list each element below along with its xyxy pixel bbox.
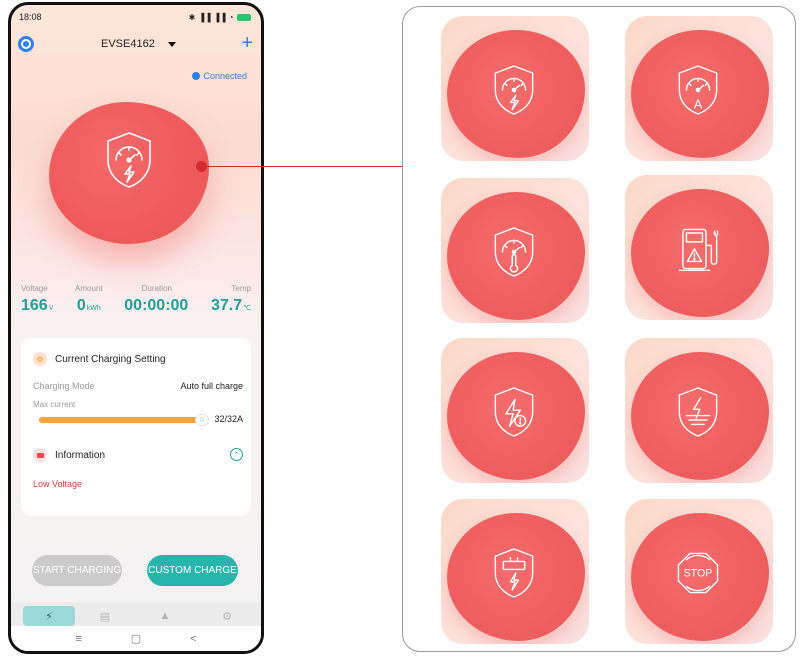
menu-icon[interactable]: ≡ [75, 633, 81, 645]
metric-amount: Amount 0kWh [75, 284, 103, 315]
status-icon-panel: A STOP [402, 6, 796, 652]
connection-status: Connected [192, 71, 247, 81]
screen: 18:08 ✱ ▐▐ ▐▐ ◔ EVSE4162 + Connected Vol… [0, 0, 803, 657]
status-icon-tile [625, 338, 773, 483]
slider-fill [39, 417, 202, 423]
phone-screen: 18:08 ✱ ▐▐ ▐▐ ◔ EVSE4162 + Connected Vol… [8, 2, 264, 654]
tab-records[interactable]: ▤ [79, 606, 131, 626]
metric-voltage: Voltage 166V [21, 284, 53, 315]
callout-line [205, 166, 402, 167]
system-nav-bar: ≡ ▢ < [11, 626, 261, 651]
setting-title: Current Charging Setting [55, 353, 166, 365]
status-icon-tile [441, 16, 589, 161]
status-icon-tile: A [625, 16, 773, 161]
status-icon-tile [441, 338, 589, 483]
information-header: Information [33, 448, 105, 462]
battery-shield-icon [494, 548, 534, 598]
charging-shield-icon [107, 132, 151, 188]
information-message: Low Voltage [33, 479, 83, 489]
tab-charging[interactable]: ⚡ [23, 606, 75, 626]
metric-value: 00:00:00 [124, 297, 189, 314]
charging-mode-row[interactable]: Charging Mode Auto full charge [33, 381, 243, 391]
device-name[interactable]: EVSE4162 [101, 38, 155, 50]
bell-icon: ▲ [159, 610, 171, 622]
charging-mode-value: Auto full charge [180, 381, 243, 391]
metric-value: 37.7℃ [210, 297, 251, 314]
status-bar: 18:08 ✱ ▐▐ ▐▐ ◔ [19, 11, 251, 23]
charging-setting-card: ⚙ Current Charging Setting Charging Mode… [21, 338, 251, 516]
charging-mode-label: Charging Mode [33, 381, 95, 391]
charging-shield-icon [494, 65, 534, 115]
temperature-shield-icon [494, 227, 534, 277]
start-charging-button[interactable]: START CHARGING [32, 555, 122, 586]
metric-value: 166V [21, 297, 54, 314]
ampere-glyph: A [694, 98, 703, 112]
settings-icon: ⚙ [33, 352, 47, 366]
connection-label: Connected [203, 71, 247, 81]
avatar-icon[interactable] [18, 36, 34, 52]
chevron-up-icon[interactable]: ⌃ [230, 448, 243, 461]
stop-sign-icon: STOP [677, 552, 719, 594]
settings-icon: ⚙ [222, 610, 232, 623]
add-device-button[interactable]: + [241, 33, 253, 53]
status-time: 18:08 [19, 12, 42, 22]
lightning-icon: ⚡ [45, 610, 53, 623]
metrics-row: Voltage 166V Amount 0kWh Duration 00:00:… [21, 284, 251, 315]
metric-label: Voltage [21, 284, 48, 293]
setting-header: ⚙ Current Charging Setting [33, 352, 166, 366]
metric-temp: Temp 37.7℃ [211, 284, 251, 315]
metric-value: 0kWh [76, 297, 101, 314]
slider-handle[interactable]: ||| [195, 414, 209, 426]
ampere-shield-icon: A [678, 65, 718, 115]
app-bar: EVSE4162 + [11, 33, 261, 55]
charging-station-warning-icon [678, 228, 719, 272]
metric-label: Temp [231, 284, 251, 293]
metric-duration: Duration 00:00:00 [124, 284, 189, 315]
max-current-label: Max current [33, 400, 76, 409]
message-icon [33, 448, 47, 462]
status-icon-tile [441, 499, 589, 644]
document-icon: ▤ [99, 610, 111, 623]
metric-label: Duration [141, 284, 172, 293]
status-icon-tile [441, 178, 589, 323]
metric-label: Amount [75, 284, 103, 293]
status-icons: ✱ ▐▐ ▐▐ ◔ [189, 13, 251, 22]
stop-text: STOP [684, 568, 713, 580]
back-icon[interactable]: < [190, 633, 196, 645]
home-icon[interactable]: ▢ [131, 632, 141, 645]
charging-status-orb[interactable] [49, 102, 209, 244]
chevron-down-icon[interactable] [168, 42, 176, 47]
status-icon-tile [625, 175, 773, 320]
battery-icon [237, 13, 251, 21]
bluetooth-icon [192, 72, 201, 80]
tab-settings[interactable]: ⚙ [201, 606, 253, 626]
max-current-value: 32/32A [214, 414, 243, 424]
status-icon-tile: STOP [625, 499, 773, 644]
signal-icons: ✱ ▐▐ ▐▐ ◔ [188, 12, 234, 22]
ground-fault-shield-icon [678, 387, 718, 437]
max-current-slider[interactable]: ||| [39, 414, 209, 426]
custom-charge-button[interactable]: CUSTOM CHARGE [147, 555, 238, 586]
information-title: Information [55, 449, 106, 461]
tab-notifications[interactable]: ▲ [139, 606, 191, 626]
lightning-warning-shield-icon [494, 387, 534, 437]
